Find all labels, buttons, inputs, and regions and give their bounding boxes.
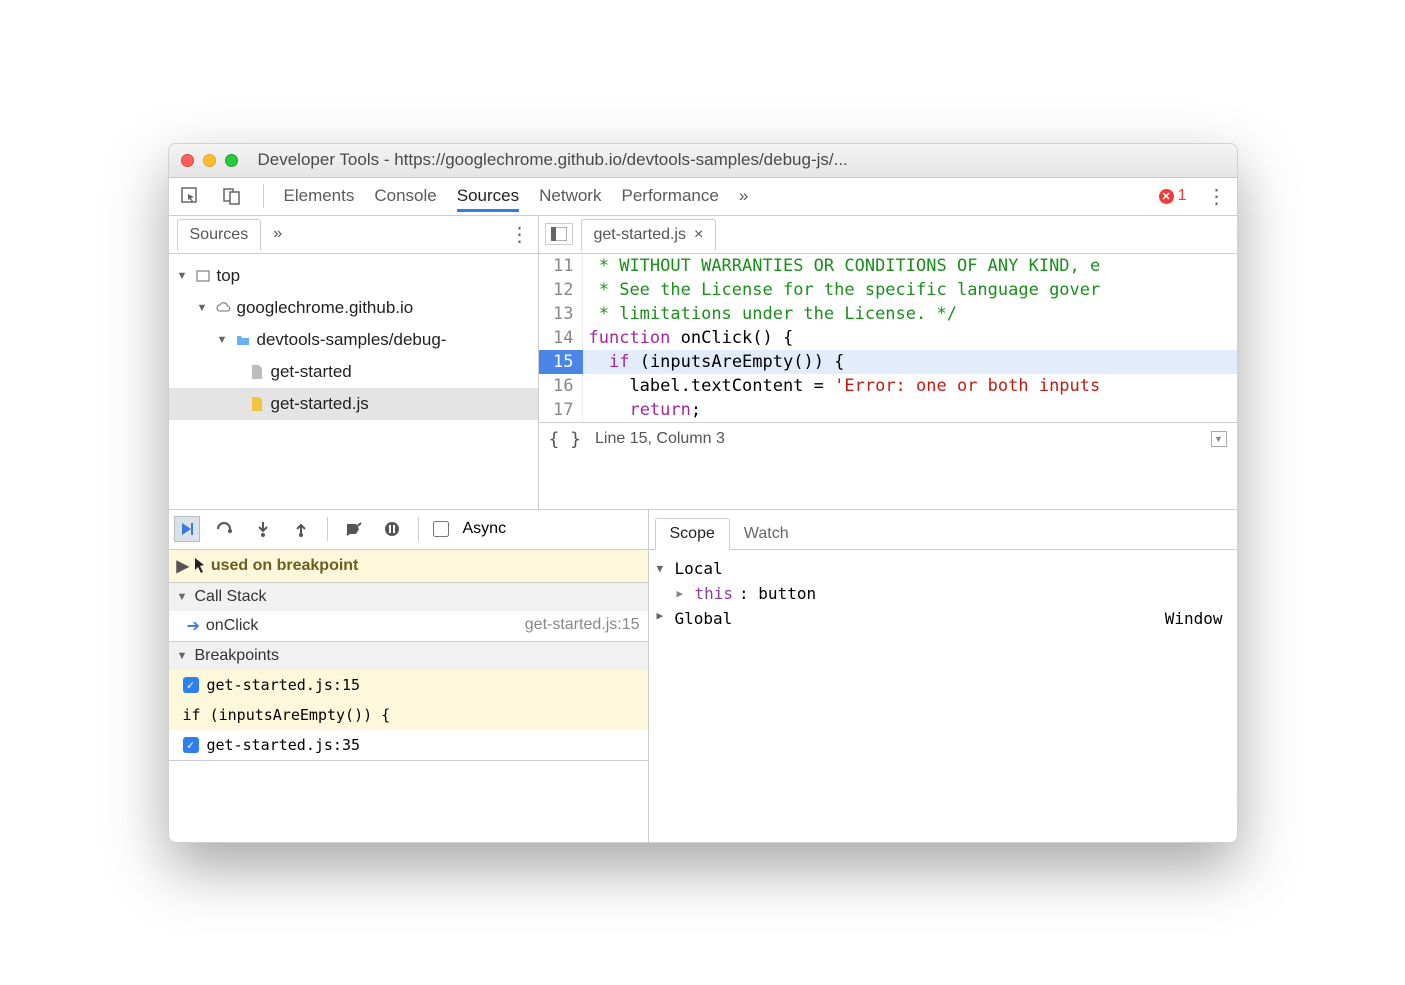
close-window-button[interactable]: [181, 154, 194, 167]
error-count: 1: [1178, 187, 1187, 205]
separator: [263, 184, 264, 208]
scope-pane: Scope Watch ▼Local ▶this: button ▶Global…: [649, 510, 1237, 842]
settings-menu-icon[interactable]: ⋮: [1207, 184, 1227, 209]
js-file-icon: [249, 396, 265, 412]
devtools-window: Developer Tools - https://googlechrome.g…: [168, 143, 1238, 843]
breakpoints-header[interactable]: ▼Breakpoints: [169, 642, 648, 670]
play-icon[interactable]: ▶: [177, 556, 189, 576]
tree-file-js[interactable]: get-started.js: [169, 388, 538, 420]
navigator-tabs: Sources » ⋮: [169, 216, 538, 254]
tree-domain[interactable]: ▼googlechrome.github.io: [169, 292, 538, 324]
frame-icon: [195, 268, 211, 284]
cursor-icon: [193, 557, 207, 575]
error-badge[interactable]: ✕1: [1159, 187, 1187, 205]
breakpoint-item[interactable]: ✓get-started.js:15: [169, 670, 648, 700]
call-stack-header[interactable]: ▼Call Stack: [169, 583, 648, 611]
error-icon: ✕: [1159, 189, 1174, 204]
window-title: Developer Tools - https://googlechrome.g…: [258, 150, 848, 170]
pause-on-exceptions-button[interactable]: [380, 517, 404, 541]
call-stack-frame[interactable]: ➔onClick get-started.js:15: [169, 611, 648, 641]
breakpoint-checkbox[interactable]: ✓: [183, 737, 199, 753]
debugger-toolbar: Async: [169, 510, 648, 550]
inspect-icon[interactable]: [179, 186, 201, 206]
file-icon: [249, 364, 265, 380]
pretty-print-icon[interactable]: { }: [549, 429, 582, 450]
deactivate-breakpoints-button[interactable]: [342, 517, 366, 541]
tree-top[interactable]: ▼top: [169, 260, 538, 292]
resume-button[interactable]: [175, 517, 199, 541]
editor-tab[interactable]: get-started.js×: [581, 219, 717, 251]
scope-list: ▼Local ▶this: button ▶GlobalWindow: [649, 550, 1237, 637]
main-toolbar: Elements Console Sources Network Perform…: [169, 178, 1237, 216]
tree-folder[interactable]: ▼devtools-samples/debug-: [169, 324, 538, 356]
coverage-toggle-icon[interactable]: ▼: [1211, 431, 1227, 447]
code-editor[interactable]: 11 * WITHOUT WARRANTIES OR CONDITIONS OF…: [539, 254, 1237, 422]
scope-local[interactable]: ▼Local: [649, 556, 1237, 581]
device-toggle-icon[interactable]: [221, 186, 243, 206]
file-tree: ▼top ▼googlechrome.github.io ▼devtools-s…: [169, 254, 538, 426]
breakpoint-code: if (inputsAreEmpty()) {: [169, 700, 648, 730]
tab-watch[interactable]: Watch: [730, 519, 803, 549]
toggle-navigator-icon[interactable]: [545, 223, 573, 245]
navigator-tab-sources[interactable]: Sources: [177, 219, 262, 251]
window-controls: [181, 154, 238, 167]
editor-tabs: get-started.js×: [539, 216, 1237, 254]
minimize-window-button[interactable]: [203, 154, 216, 167]
separator: [418, 517, 419, 541]
breakpoints-section: ▼Breakpoints ✓get-started.js:15 if (inpu…: [169, 642, 648, 761]
folder-icon: [235, 332, 251, 348]
tab-elements[interactable]: Elements: [284, 180, 355, 212]
debugger-pane: Async ▶ used on breakpoint ▼Call Stack ➔…: [169, 510, 649, 842]
step-out-button[interactable]: [289, 517, 313, 541]
tab-scope[interactable]: Scope: [655, 518, 730, 550]
cloud-icon: [215, 300, 231, 316]
step-into-button[interactable]: [251, 517, 275, 541]
scope-tabs: Scope Watch: [649, 510, 1237, 550]
zoom-window-button[interactable]: [225, 154, 238, 167]
async-label: Async: [463, 520, 507, 538]
paused-banner: ▶ used on breakpoint: [169, 550, 648, 583]
separator: [327, 517, 328, 541]
step-over-button[interactable]: [213, 517, 237, 541]
scope-global[interactable]: ▶GlobalWindow: [649, 606, 1237, 631]
tabs-overflow[interactable]: »: [739, 180, 748, 212]
async-checkbox[interactable]: [433, 521, 449, 537]
cursor-position: Line 15, Column 3: [595, 430, 725, 448]
tab-performance[interactable]: Performance: [621, 180, 718, 212]
tab-sources[interactable]: Sources: [457, 180, 519, 212]
navigator-menu-icon[interactable]: ⋮: [510, 222, 530, 247]
tab-network[interactable]: Network: [539, 180, 601, 212]
editor-statusbar: { } Line 15, Column 3 ▼: [539, 422, 1237, 456]
tree-file-html[interactable]: get-started: [169, 356, 538, 388]
tab-console[interactable]: Console: [374, 180, 436, 212]
scope-this[interactable]: ▶this: button: [649, 581, 1237, 606]
titlebar: Developer Tools - https://googlechrome.g…: [169, 144, 1237, 178]
breakpoint-checkbox[interactable]: ✓: [183, 677, 199, 693]
navigator-tabs-overflow[interactable]: »: [273, 225, 282, 243]
breakpoint-item[interactable]: ✓get-started.js:35: [169, 730, 648, 760]
call-stack-section: ▼Call Stack ➔onClick get-started.js:15: [169, 583, 648, 642]
close-tab-icon[interactable]: ×: [694, 226, 703, 244]
